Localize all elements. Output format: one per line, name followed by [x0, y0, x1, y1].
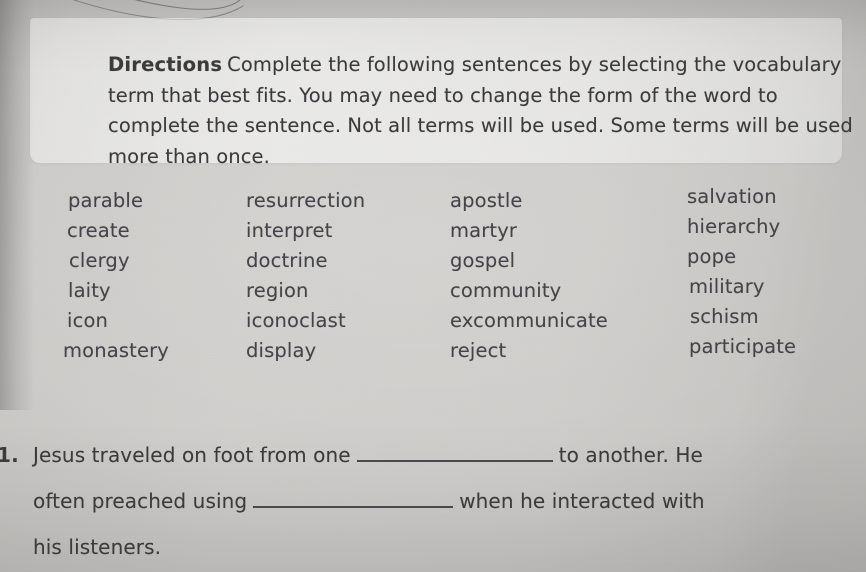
- word-bank-term[interactable]: region: [246, 276, 365, 306]
- directions-text: Directions Complete the following sentenc…: [108, 50, 866, 172]
- question-number: 1.: [0, 443, 19, 467]
- question-line-2: often preached using when he interacted w…: [33, 486, 705, 516]
- directions-label: Directions: [108, 53, 223, 76]
- word-bank-term[interactable]: resurrection: [246, 186, 365, 216]
- word-bank-term[interactable]: monastery: [63, 336, 169, 366]
- word-bank-column-4: salvation hierarchy pope military schism…: [687, 182, 796, 362]
- question-text-part-2: to another. He: [558, 443, 703, 467]
- word-bank-term[interactable]: display: [246, 336, 365, 366]
- question-text-part-3: often preached using: [33, 489, 248, 513]
- word-bank-term[interactable]: salvation: [687, 182, 796, 212]
- word-bank-term[interactable]: pope: [687, 242, 796, 272]
- word-bank-column-3: apostle martyr gospel community excommun…: [450, 186, 608, 366]
- word-bank-term[interactable]: laity: [68, 276, 169, 306]
- directions-callout-box: Directions Complete the following sentenc…: [30, 18, 853, 168]
- question-line-3: his listeners.: [33, 532, 161, 562]
- question-line-1: Jesus traveled on foot from one to anothe…: [33, 440, 703, 470]
- word-bank-term[interactable]: create: [67, 216, 169, 246]
- word-bank-term[interactable]: gospel: [450, 246, 608, 276]
- word-bank-term[interactable]: icon: [67, 306, 169, 336]
- word-bank-term[interactable]: martyr: [450, 216, 608, 246]
- word-bank-term[interactable]: reject: [450, 336, 608, 366]
- answer-blank-2[interactable]: [253, 491, 454, 508]
- worksheet-page: Directions Complete the following sentenc…: [0, 0, 866, 572]
- word-bank-term[interactable]: iconoclast: [246, 306, 365, 336]
- answer-blank-1[interactable]: [356, 445, 553, 462]
- word-bank-term[interactable]: community: [450, 276, 608, 306]
- word-bank-column-1: parable create clergy laity icon monaste…: [63, 186, 169, 366]
- word-bank: parable create clergy laity icon monaste…: [0, 185, 866, 376]
- question-text-part-5: his listeners.: [33, 535, 162, 559]
- word-bank-term[interactable]: interpret: [246, 216, 365, 246]
- word-bank-term[interactable]: clergy: [69, 246, 169, 276]
- word-bank-term[interactable]: hierarchy: [687, 212, 796, 242]
- word-bank-column-2: resurrection interpret doctrine region i…: [246, 186, 365, 366]
- word-bank-term[interactable]: excommunicate: [450, 306, 608, 336]
- word-bank-term[interactable]: apostle: [450, 186, 608, 216]
- question-item-1: 1. Jesus traveled on foot from one to ano…: [0, 440, 866, 572]
- word-bank-term[interactable]: schism: [690, 302, 796, 332]
- word-bank-term[interactable]: doctrine: [246, 246, 365, 276]
- word-bank-term[interactable]: participate: [689, 332, 796, 362]
- question-text-part-1: Jesus traveled on foot from one: [33, 443, 351, 467]
- word-bank-term[interactable]: military: [689, 272, 796, 302]
- word-bank-term[interactable]: parable: [68, 186, 169, 216]
- question-text-part-4: when he interacted with: [459, 489, 705, 513]
